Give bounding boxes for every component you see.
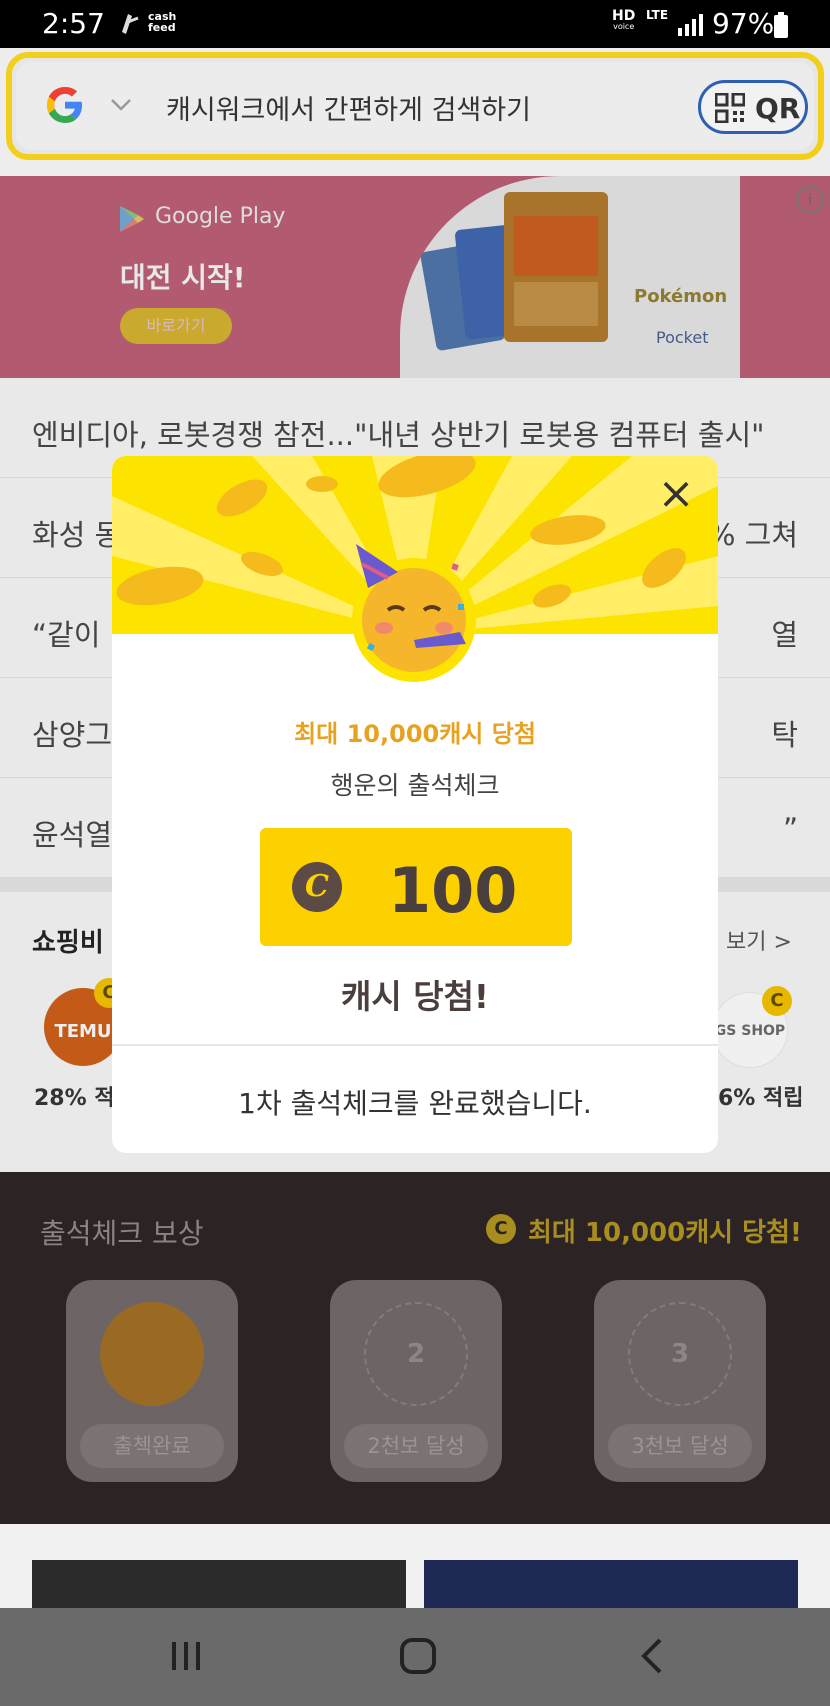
signal-icon <box>678 14 703 36</box>
battery-icon <box>774 12 788 38</box>
coin-icon: C <box>292 862 342 912</box>
modal-message: 1차 출석체크를 완료했습니다. <box>238 1087 592 1120</box>
lte-indicator: LTE <box>646 8 669 22</box>
attendance-result-modal: × 최대 10,000캐시 당첨 행운의 출석체크 C 100 캐시 당첨! 1… <box>112 456 718 1153</box>
reward-won-text: 캐시 당첨! <box>341 977 489 1016</box>
cashfeed-notification: cash feed <box>148 10 177 34</box>
modal-subheading: 행운의 출석체크 <box>330 771 500 800</box>
reward-amount-box: C 100 <box>260 828 572 946</box>
battery-percent: 97% <box>712 7 775 40</box>
modal-headline: 최대 10,000캐시 당첨 <box>294 720 536 748</box>
close-icon[interactable]: × <box>654 472 698 518</box>
recent-apps-icon[interactable] <box>166 1636 206 1676</box>
status-bar: 2:57 cash feed HD voice LTE 97% <box>0 0 830 48</box>
hd-voice-indicator: HD voice <box>612 8 636 31</box>
status-time: 2:57 <box>42 7 105 40</box>
reward-amount: 100 <box>388 854 518 927</box>
home-icon[interactable] <box>398 1636 438 1676</box>
navigation-bar <box>0 1608 830 1706</box>
modal-divider <box>112 1044 718 1046</box>
party-emoji-icon <box>352 544 476 682</box>
back-icon[interactable] <box>632 1636 672 1676</box>
cashfeed-icon <box>122 14 139 34</box>
